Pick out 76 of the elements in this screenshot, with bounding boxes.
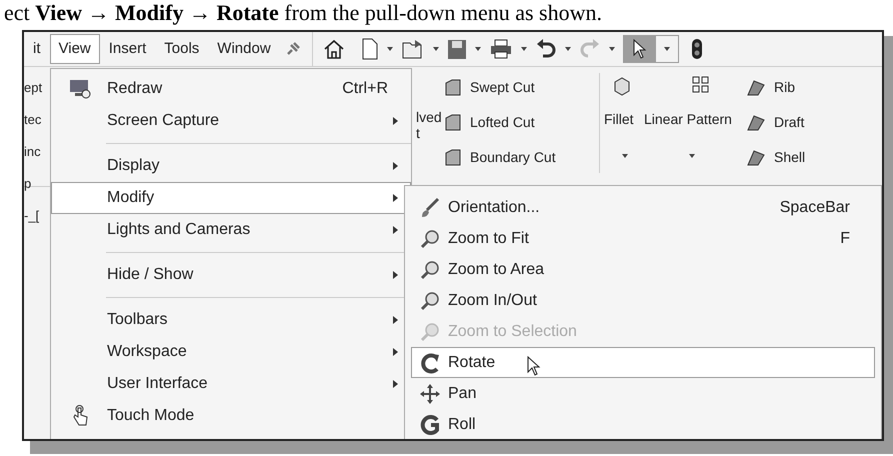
dropdown-caret-icon[interactable]	[622, 154, 628, 158]
magnifier-icon	[419, 258, 441, 280]
magnifier-icon	[419, 320, 441, 342]
cut-feature-icon	[444, 114, 462, 132]
feature-icon	[746, 148, 766, 166]
feature-icon	[746, 78, 766, 96]
pane-label: tec	[24, 111, 42, 129]
traffic-light-icon[interactable]	[690, 38, 703, 60]
caret-icon	[393, 162, 398, 170]
monitor-icon	[68, 79, 90, 99]
pane-label: inc	[24, 143, 42, 161]
pan-arrows-icon	[419, 382, 441, 404]
caption-text: ect View → Modify → Rotate from the pull-down menu as shown.	[3, 0, 603, 26]
menu-item[interactable]: Rotate	[411, 347, 875, 378]
pane-label: p	[24, 175, 32, 193]
cut-feature-icon	[444, 78, 462, 96]
caret-icon	[393, 194, 398, 202]
dropdown-caret-icon[interactable]	[520, 47, 527, 51]
menu-item[interactable]: Zoom to Area	[411, 254, 875, 285]
shortcut-text: Ctrl+R	[342, 79, 388, 99]
menu-item[interactable]: Orientation... SpaceBar	[411, 192, 875, 223]
magnifier-icon	[419, 228, 441, 250]
magnifier-icon	[419, 290, 441, 312]
caret-icon	[393, 226, 398, 234]
shortcut-text: F	[840, 228, 850, 248]
menu-item[interactable]: Modify	[51, 182, 411, 214]
undo-icon[interactable]	[534, 38, 557, 60]
ribbon-button[interactable]: Lofted Cut	[470, 112, 535, 133]
pane-label: -_[	[24, 207, 40, 225]
menu-item[interactable]: Display	[51, 150, 411, 182]
cut-feature-icon	[444, 148, 462, 166]
ribbon-button[interactable]: Shell	[774, 147, 806, 168]
pane-label: ept	[24, 79, 42, 97]
rotate-icon	[419, 352, 441, 374]
new-document-icon[interactable]	[360, 38, 379, 60]
feature-icon	[746, 114, 766, 132]
dropdown-caret-icon[interactable]	[564, 47, 571, 51]
home-icon[interactable]	[322, 38, 345, 60]
ribbon-button[interactable]: Fillet	[604, 109, 634, 130]
dropdown-caret-icon[interactable]	[689, 154, 695, 158]
caret-icon	[393, 380, 398, 388]
caret-icon	[393, 348, 398, 356]
caret-icon	[393, 271, 398, 279]
menu-bar-item[interactable]: View	[50, 34, 100, 64]
dropdown-caret-icon[interactable]	[386, 47, 393, 51]
fillet-cube-icon	[612, 76, 632, 96]
roll-icon	[419, 414, 441, 436]
menu-bar-item[interactable]: Tools	[155, 34, 208, 64]
pattern-icon	[692, 76, 710, 94]
ribbon-button[interactable]: Draft	[774, 112, 804, 133]
menu-item[interactable]: Pan	[411, 378, 875, 409]
pointer-icon	[632, 39, 647, 59]
menu-bar-item[interactable]: Insert	[100, 34, 156, 64]
menu-item[interactable]: Zoom In/Out	[411, 285, 875, 316]
ribbon-button[interactable]: Linear Pattern	[644, 109, 732, 130]
ribbon-button[interactable]: Swept Cut	[470, 77, 535, 98]
mouse-cursor-icon	[527, 356, 541, 376]
dropdown-caret-icon[interactable]	[664, 47, 670, 51]
dropdown-caret-icon[interactable]	[432, 47, 439, 51]
caret-icon	[393, 117, 398, 125]
printer-icon[interactable]	[488, 38, 513, 60]
menu-item[interactable]: Redraw Ctrl+R	[51, 73, 411, 105]
select-tool-button[interactable]	[622, 35, 679, 63]
menu-bar-item[interactable]: Window	[208, 34, 280, 64]
menu-bar-item[interactable]: it	[24, 34, 50, 64]
brush-icon	[419, 196, 441, 218]
shortcut-text: SpaceBar	[780, 198, 850, 218]
ribbon-button[interactable]: Rib	[774, 77, 796, 98]
menu-item[interactable]: Roll	[411, 409, 875, 439]
ribbon-button[interactable]: Boundary Cut	[470, 147, 556, 168]
menu-item[interactable]: Zoom to Fit F	[411, 223, 875, 254]
caret-icon	[393, 316, 398, 324]
dropdown-caret-icon[interactable]	[474, 47, 481, 51]
dropdown-caret-icon[interactable]	[608, 47, 615, 51]
hand-pointer-icon	[70, 405, 88, 427]
menu-item[interactable]: Screen Capture	[51, 105, 411, 137]
